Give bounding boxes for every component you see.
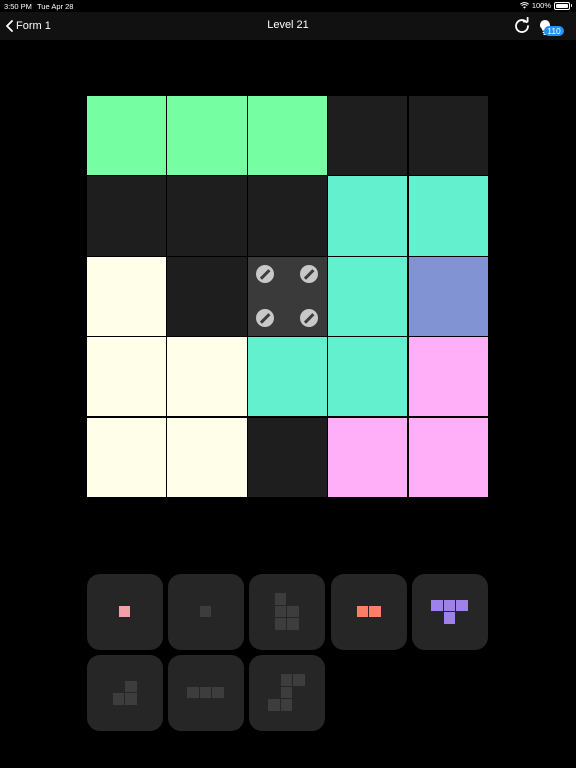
- piece-t-purple[interactable]: [412, 574, 488, 650]
- piece-line3-dim[interactable]: [168, 655, 244, 731]
- piece-square: [274, 618, 287, 630]
- piece-square: [431, 599, 443, 612]
- nav-bar: Form 1 Level 21 110: [0, 12, 576, 40]
- piece-square: [268, 699, 280, 711]
- piece-square: [443, 612, 456, 624]
- piece-l-dim[interactable]: [249, 574, 325, 650]
- board-cell-empty[interactable]: [167, 176, 247, 256]
- piece-square: [456, 599, 468, 612]
- piece-square: [287, 618, 299, 630]
- piece-square: [212, 686, 224, 699]
- piece-square: [274, 605, 287, 618]
- status-right: 100%: [519, 1, 572, 10]
- board-cell-empty[interactable]: [87, 176, 167, 256]
- board-cell-green[interactable]: [87, 96, 167, 176]
- piece-square: [287, 605, 299, 618]
- wifi-icon: [519, 2, 529, 9]
- piece-square: [125, 693, 137, 705]
- board-cell-blocked[interactable]: [247, 256, 327, 336]
- board-cell-teal[interactable]: [328, 337, 408, 417]
- board-cell-pink[interactable]: [408, 337, 488, 417]
- piece-square: [112, 693, 125, 705]
- board-cell-blue[interactable]: [408, 256, 488, 336]
- board-cell-cream[interactable]: [87, 256, 167, 336]
- board-cell-cream[interactable]: [87, 337, 167, 417]
- piece-square: [280, 686, 293, 699]
- board-cell-teal[interactable]: [328, 256, 408, 336]
- board-cell-green[interactable]: [247, 96, 327, 176]
- board-cell-empty[interactable]: [247, 176, 327, 256]
- battery-percent: 100%: [531, 1, 551, 10]
- hint-count-badge: 110: [544, 26, 564, 36]
- board-cell-green[interactable]: [167, 96, 247, 176]
- piece-square: [369, 605, 381, 618]
- level-title: Level 21: [267, 19, 309, 31]
- piece-square: [187, 686, 199, 699]
- status-bar: 3:50 PM Tue Apr 28 100%: [0, 0, 576, 12]
- piece-square: [356, 605, 369, 618]
- board-cell-teal[interactable]: [408, 176, 488, 256]
- piece-single-dim[interactable]: [168, 574, 244, 650]
- piece-square: [199, 686, 212, 699]
- refresh-icon[interactable]: [513, 17, 531, 35]
- game-board: [87, 96, 489, 498]
- status-date: Tue Apr 28: [37, 2, 74, 11]
- board-cell-empty[interactable]: [408, 96, 488, 176]
- battery-icon: [554, 1, 572, 10]
- piece-square: [443, 599, 456, 612]
- piece-single-pink[interactable]: [87, 574, 163, 650]
- piece-j-dim[interactable]: [87, 655, 163, 731]
- board-cell-teal[interactable]: [328, 176, 408, 256]
- screw-icon: [255, 308, 274, 327]
- board-cell-empty[interactable]: [247, 417, 327, 497]
- piece-square: [199, 605, 212, 618]
- board-cell-cream[interactable]: [167, 337, 247, 417]
- piece-square: [118, 605, 131, 618]
- piece-square: [280, 699, 293, 711]
- board-cell-cream[interactable]: [167, 417, 247, 497]
- status-time: 3:50 PM: [4, 2, 32, 11]
- piece-square: [293, 674, 305, 686]
- board-cell-cream[interactable]: [87, 417, 167, 497]
- board-cell-teal[interactable]: [247, 337, 327, 417]
- screw-icon: [299, 308, 318, 327]
- board-cell-empty[interactable]: [167, 256, 247, 336]
- board-cell-pink[interactable]: [328, 417, 408, 497]
- battery-fill: [556, 3, 568, 8]
- piece-square: [274, 593, 287, 605]
- screw-icon: [255, 264, 274, 283]
- piece-square: [125, 680, 137, 693]
- board-cell-pink[interactable]: [408, 417, 488, 497]
- piece-s-dim[interactable]: [249, 655, 325, 731]
- screw-icon: [299, 264, 318, 283]
- board-cell-empty[interactable]: [328, 96, 408, 176]
- piece-square: [280, 674, 293, 686]
- piece-domino-orange[interactable]: [331, 574, 407, 650]
